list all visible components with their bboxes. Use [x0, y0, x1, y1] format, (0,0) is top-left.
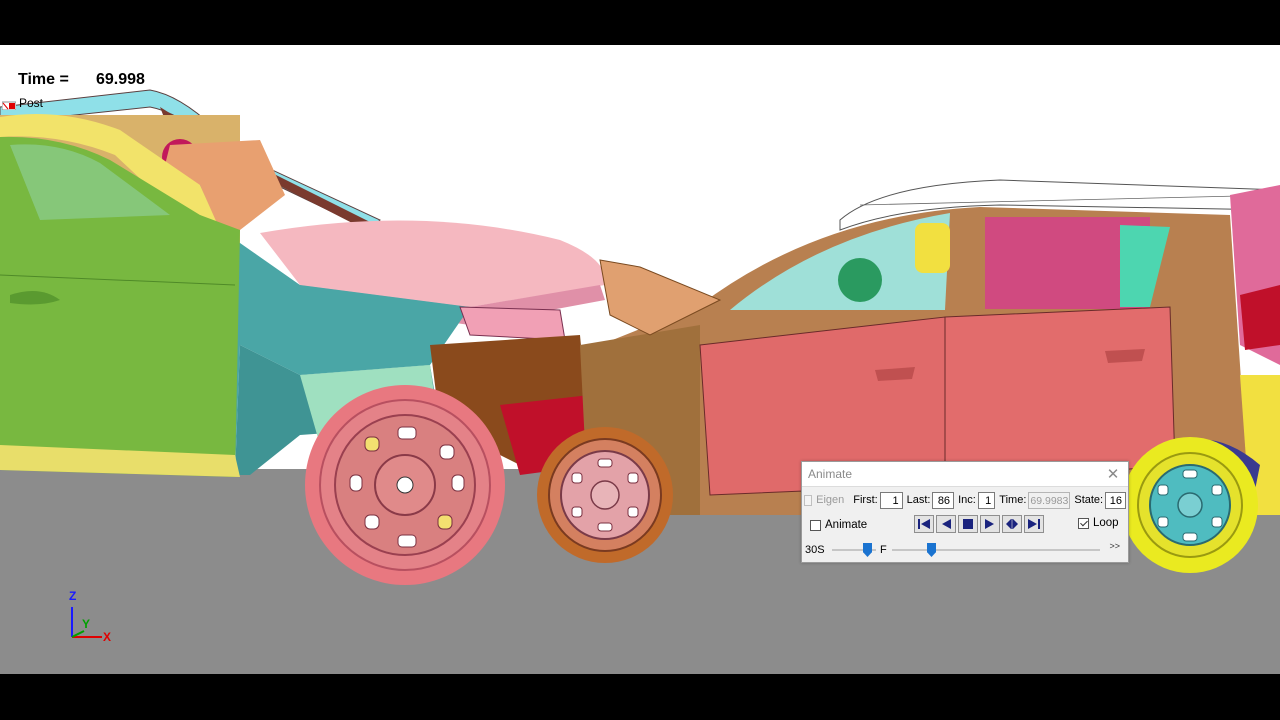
last-frame-button[interactable]	[1024, 515, 1044, 533]
playback-row: Animate Loop	[810, 515, 1122, 535]
inc-label: Inc:	[958, 494, 976, 506]
play-icon	[985, 519, 994, 529]
bottom-letterbox	[0, 674, 1280, 720]
axis-x-label: X	[103, 630, 112, 644]
speed-frame-row: 30S F >>	[804, 541, 1126, 559]
state-label: State:	[1074, 494, 1104, 506]
axis-triad: Z Y X	[60, 589, 120, 655]
expand-more-button[interactable]: >>	[1109, 541, 1120, 551]
3d-viewport[interactable]: Time = 69.998 Post Z Y X Animate ✕ Eigen…	[0, 45, 1280, 674]
eigen-label: Eigen	[816, 494, 845, 506]
play-backward-button[interactable]	[936, 515, 956, 533]
last-label: Last:	[906, 494, 931, 506]
first-frame-button[interactable]	[914, 515, 934, 533]
skip-to-end-icon	[1028, 519, 1040, 529]
crash-scene	[0, 89, 1280, 674]
transport-controls	[914, 515, 1044, 533]
time-label: Time =	[18, 71, 69, 88]
animate-label: Animate	[825, 519, 868, 531]
first-label: First:	[853, 494, 878, 506]
stop-button[interactable]	[958, 515, 978, 533]
play-forward-button[interactable]	[980, 515, 1000, 533]
inc-input[interactable]: 1	[977, 491, 996, 509]
speed-label: 30S	[805, 544, 825, 556]
top-letterbox	[0, 0, 1280, 45]
left-front-wheel	[305, 385, 505, 585]
time-value: 69.998	[96, 71, 145, 88]
close-icon[interactable]: ✕	[1106, 465, 1120, 483]
frame-slider-track[interactable]	[892, 549, 1100, 551]
dialog-titlebar[interactable]: Animate ✕	[802, 462, 1128, 487]
bounce-icon	[1006, 519, 1018, 529]
post-marker-icon	[1, 99, 17, 110]
time-field-label: Time:	[999, 494, 1027, 506]
loop-label: Loop	[1093, 517, 1119, 529]
time-readout: 69.9983	[1028, 491, 1071, 509]
loop-option: Loop	[1078, 517, 1119, 529]
frame-label: F	[880, 544, 887, 556]
animate-dialog: Animate ✕ Eigen First: 1 Last: 86 Inc: 1…	[801, 461, 1129, 563]
right-front-wheel	[537, 427, 673, 563]
post-label: Post	[19, 96, 44, 110]
bounce-button[interactable]	[1002, 515, 1022, 533]
dialog-title: Animate	[808, 467, 853, 481]
axis-y-label: Y	[82, 617, 91, 631]
first-input[interactable]: 1	[879, 491, 903, 509]
play-reverse-icon	[942, 519, 951, 529]
speed-slider-thumb[interactable]	[863, 543, 872, 557]
state-input[interactable]: 16	[1105, 491, 1126, 509]
post-indicator: Post	[1, 96, 44, 110]
right-rear-wheel	[1122, 437, 1258, 573]
animate-checkbox[interactable]	[810, 519, 821, 531]
axis-z-label: Z	[69, 589, 77, 603]
loop-checkbox[interactable]	[1078, 517, 1089, 529]
frame-slider-thumb[interactable]	[927, 543, 936, 557]
skip-to-start-icon	[918, 519, 930, 529]
stop-icon	[963, 519, 973, 529]
left-vehicle	[0, 89, 606, 477]
frame-range-row: Eigen First: 1 Last: 86 Inc: 1 Time: 69.…	[804, 490, 1126, 510]
last-input[interactable]: 86	[932, 491, 955, 509]
eigen-checkbox[interactable]	[804, 494, 813, 506]
